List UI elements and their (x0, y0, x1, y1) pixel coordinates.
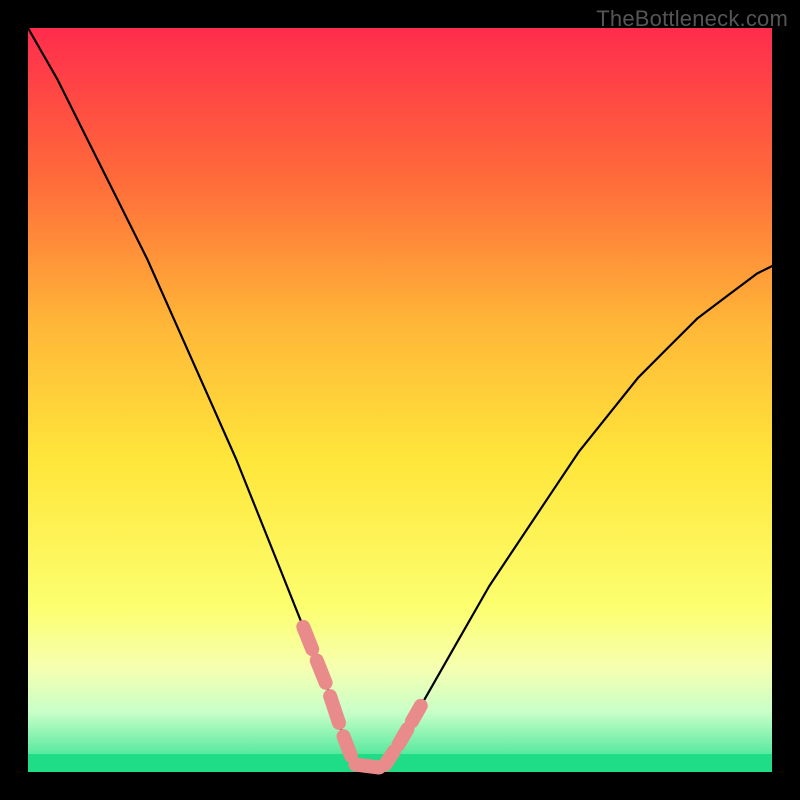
plot-area (28, 28, 772, 772)
chart-container: TheBottleneck.com (0, 0, 800, 800)
min-band (28, 754, 772, 772)
marker-flat (355, 765, 379, 768)
bottleneck-curve-chart (0, 0, 800, 800)
watermark-text: TheBottleneck.com (596, 6, 788, 32)
